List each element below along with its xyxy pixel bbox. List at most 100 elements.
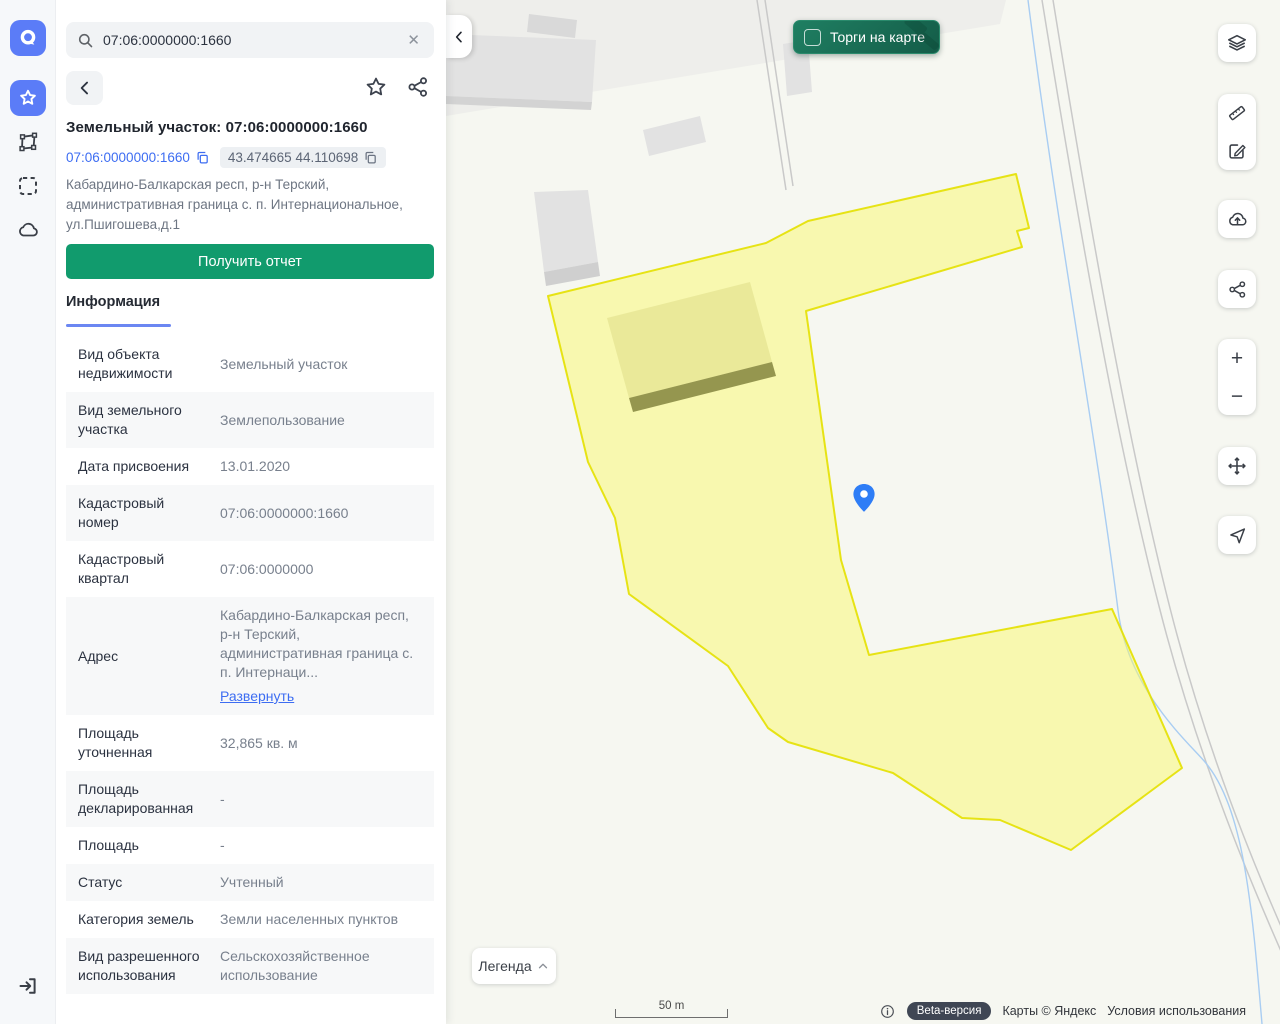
upload-button[interactable] (1218, 200, 1256, 238)
cloud-upload-icon (1228, 212, 1246, 226)
dashed-select-icon (19, 177, 37, 195)
icon-rail (0, 0, 56, 1024)
tab-information[interactable]: Информация (66, 294, 160, 322)
map-canvas[interactable]: Торги на карте + − Легенда 50 m Beta-вер… (446, 0, 1280, 1024)
row-label: Вид разрешенного использования (78, 948, 200, 983)
row-label: Статус (78, 874, 123, 890)
row-value: 07:06:0000000 (220, 560, 314, 577)
zoom-group: + − (1218, 339, 1256, 415)
row-value: Земельный участок (220, 355, 348, 372)
auctions-on-map-toggle[interactable]: Торги на карте (793, 20, 940, 54)
row-label: Площадь декларированная (78, 781, 194, 816)
favorite-star-icon[interactable] (364, 75, 388, 99)
row-value: Сельскохозяйственное использование (220, 948, 370, 983)
terms-of-use-link[interactable]: Условия использования (1107, 1004, 1246, 1018)
layers-button[interactable] (1218, 24, 1256, 62)
chips-row: 07:06:0000000:1660 43.474665 44.110698 (66, 147, 387, 168)
navigate-icon (1229, 527, 1245, 543)
login-icon (19, 978, 36, 994)
table-row: Статус Учтенный (66, 864, 434, 901)
layers-icon (1227, 34, 1247, 51)
app-logo[interactable] (10, 20, 46, 56)
row-label: Кадастровый квартал (78, 551, 165, 586)
copy-icon[interactable] (363, 150, 378, 165)
row-value: - (220, 790, 225, 807)
coordinates-text: 43.474665 44.110698 (227, 150, 359, 165)
locate-button[interactable] (1218, 516, 1256, 554)
map-pin-icon (853, 484, 875, 512)
row-value: 13.01.2020 (220, 458, 291, 474)
ruler-button[interactable] (1218, 94, 1256, 132)
yandex-copyright-link[interactable]: Карты © Яндекс (1002, 1004, 1096, 1018)
table-row: Вид земельного участка Землепользование (66, 392, 434, 448)
row-label: Адрес (78, 647, 119, 664)
share-icon (1228, 280, 1245, 298)
app-window: ✕ Земельный участок: 07:06:0000000:1660 … (0, 0, 1280, 1024)
share-map-button[interactable] (1218, 270, 1256, 308)
clear-search-icon[interactable]: ✕ (403, 29, 424, 51)
row-value: 07:06:0000000:1660 (220, 504, 349, 521)
details-panel: ✕ Земельный участок: 07:06:0000000:1660 … (56, 0, 446, 1024)
chevron-left-icon (455, 31, 462, 42)
ruler-icon (1229, 105, 1246, 121)
table-row: Дата присвоения 13.01.2020 (66, 448, 434, 485)
expand-address-link[interactable]: Развернуть (220, 687, 294, 706)
search-bar: ✕ (66, 22, 434, 58)
get-report-button[interactable]: Получить отчет (66, 244, 434, 279)
table-row: Вид объекта недвижимости Земельный участо… (66, 336, 434, 392)
star-icon (20, 89, 36, 105)
row-value: Землепользование (220, 411, 345, 428)
draw-button[interactable] (1218, 132, 1256, 170)
cloud-button[interactable] (10, 212, 46, 248)
search-icon (78, 33, 93, 47)
table-row: Площадь декларированная - (66, 771, 434, 827)
chevron-up-icon (538, 963, 547, 969)
table-row: Категория земель Земли населенных пунктов (66, 901, 434, 938)
row-label: Дата присвоения (78, 458, 190, 474)
measure-draw-group (1218, 94, 1256, 170)
favorites-button[interactable] (10, 80, 46, 116)
page-title: Земельный участок: 07:06:0000000:1660 (66, 119, 368, 136)
legend-label: Легенда (478, 958, 532, 974)
plus-icon: + (1230, 346, 1244, 370)
legend-button[interactable]: Легенда (472, 948, 556, 984)
row-value: Кабардино-Балкарская респ, р-н Терский, … (220, 606, 422, 706)
auction-toggle-label: Торги на карте (830, 29, 925, 45)
row-label: Вид земельного участка (78, 402, 182, 437)
scale-bar: 50 m (615, 1000, 728, 1018)
address-text: Кабардино-Балкарская респ, р-н Терский, … (66, 177, 403, 232)
pan-button[interactable] (1218, 447, 1256, 485)
cadastral-number-link[interactable]: 07:06:0000000:1660 (66, 150, 210, 165)
row-label: Площадь (78, 837, 139, 853)
row-label: Площадь уточненная (78, 725, 153, 760)
cloud-icon (19, 222, 38, 237)
table-row: Площадь уточненная 32,865 кв. м (66, 715, 434, 771)
info-table: Вид объекта недвижимости Земельный участо… (66, 336, 434, 994)
select-area-button[interactable] (10, 168, 46, 204)
polygon-icon (19, 132, 38, 152)
zoom-out-button[interactable]: − (1218, 377, 1256, 415)
tab-underline (66, 324, 171, 327)
cadastral-number-text: 07:06:0000000:1660 (66, 150, 190, 165)
auction-checkbox[interactable] (804, 28, 821, 46)
table-row-address: Адрес Кабардино-Балкарская респ, р-н Тер… (66, 597, 434, 715)
map-attribution: Beta-версия Карты © Яндекс Условия испол… (879, 1002, 1246, 1020)
table-row: Кадастровый квартал 07:06:0000000 (66, 541, 434, 597)
back-button[interactable] (66, 71, 103, 105)
chevron-left-icon (80, 81, 88, 95)
beta-badge: Beta-версия (906, 1002, 992, 1020)
row-label: Кадастровый номер (78, 495, 165, 530)
collapse-panel-button[interactable] (446, 15, 472, 58)
row-value: Учтенный (220, 874, 284, 890)
polygon-tool-button[interactable] (10, 124, 46, 160)
info-icon[interactable] (879, 1003, 896, 1020)
share-icon[interactable] (406, 75, 430, 99)
table-row: Вид разрешенного использования Сельскохоз… (66, 938, 434, 994)
copy-icon[interactable] (195, 150, 210, 165)
zoom-in-button[interactable]: + (1218, 339, 1256, 377)
move-icon (1228, 457, 1246, 475)
search-input[interactable] (103, 32, 404, 48)
row-label: Вид объекта недвижимости (78, 346, 173, 381)
login-button[interactable] (10, 968, 46, 1004)
coordinates-chip[interactable]: 43.474665 44.110698 (219, 147, 387, 168)
